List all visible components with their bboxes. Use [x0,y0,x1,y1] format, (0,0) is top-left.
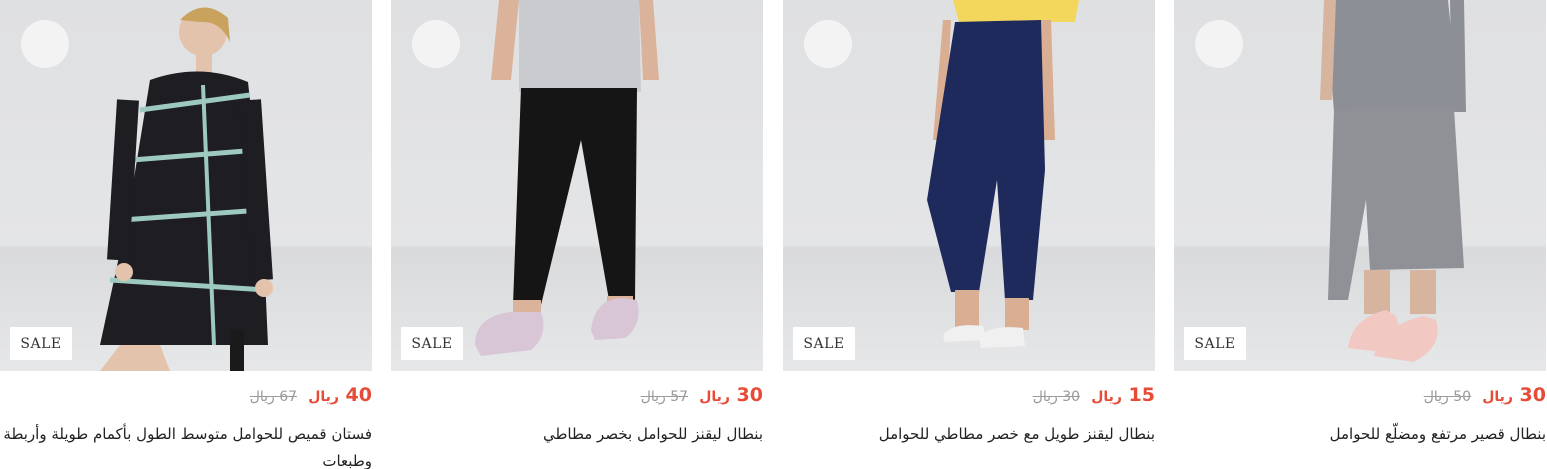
currency-label: ريال [1091,389,1122,405]
original-price-value: 67 [279,389,298,405]
current-price-value: 30 [736,384,763,406]
product-image[interactable]: SALE [783,0,1155,371]
original-price: 50 ريال [1424,389,1471,405]
original-currency-label: ريال [640,389,666,405]
sale-badge: SALE [10,327,72,360]
current-price: 30 ريال [1482,384,1546,406]
original-currency-label: ريال [1423,389,1449,405]
product-image[interactable]: SALE [0,0,372,371]
original-price: 67 ريال [250,389,297,405]
wishlist-button[interactable] [21,20,69,68]
wishlist-button[interactable] [804,20,852,68]
current-price-value: 15 [1128,384,1155,406]
current-price: 30 ريال [699,384,763,406]
product-image[interactable]: SALE [1174,0,1546,371]
product-grid: SALE 40 ريال 67 ريال فستان قميص للحوامل … [0,0,1547,469]
sale-badge: SALE [793,327,855,360]
product-title[interactable]: بنطال قصير مرتفع ومضلّع للحوامل [1174,421,1546,448]
product-card[interactable]: SALE 30 ريال 57 ريال بنطال ليقنز للحوامل… [391,0,763,462]
original-price-value: 50 [1453,389,1472,405]
current-price: 40 ريال [308,384,372,406]
product-card[interactable]: SALE 30 ريال 50 ريال بنطال قصير مرتفع وم… [1174,0,1546,462]
original-price-value: 30 [1062,389,1081,405]
product-title[interactable]: بنطال ليقنز للحوامل بخصر مطاطي [391,421,763,448]
currency-label: ريال [1482,389,1513,405]
wishlist-button[interactable] [1195,20,1243,68]
original-currency-label: ريال [1032,389,1058,405]
currency-label: ريال [699,389,730,405]
original-price: 57 ريال [641,389,688,405]
product-title[interactable]: بنطال ليقنز طويل مع خصر مطاطي للحوامل [783,421,1155,448]
price-row: 40 ريال 67 ريال [250,384,372,406]
price-row: 30 ريال 50 ريال [1424,384,1546,406]
product-card[interactable]: SALE 15 ريال 30 ريال بنطال ليقنز طويل مع… [783,0,1155,462]
price-row: 30 ريال 57 ريال [641,384,763,406]
original-price-value: 57 [670,389,689,405]
original-currency-label: ريال [249,389,275,405]
price-row: 15 ريال 30 ريال [1033,384,1155,406]
current-price: 15 ريال [1091,384,1155,406]
wishlist-button[interactable] [412,20,460,68]
sale-badge: SALE [1184,327,1246,360]
currency-label: ريال [308,389,339,405]
product-card[interactable]: SALE 40 ريال 67 ريال فستان قميص للحوامل … [0,0,372,469]
sale-badge: SALE [401,327,463,360]
current-price-value: 40 [345,384,372,406]
current-price-value: 30 [1519,384,1546,406]
product-image[interactable]: SALE [391,0,763,371]
original-price: 30 ريال [1033,389,1080,405]
